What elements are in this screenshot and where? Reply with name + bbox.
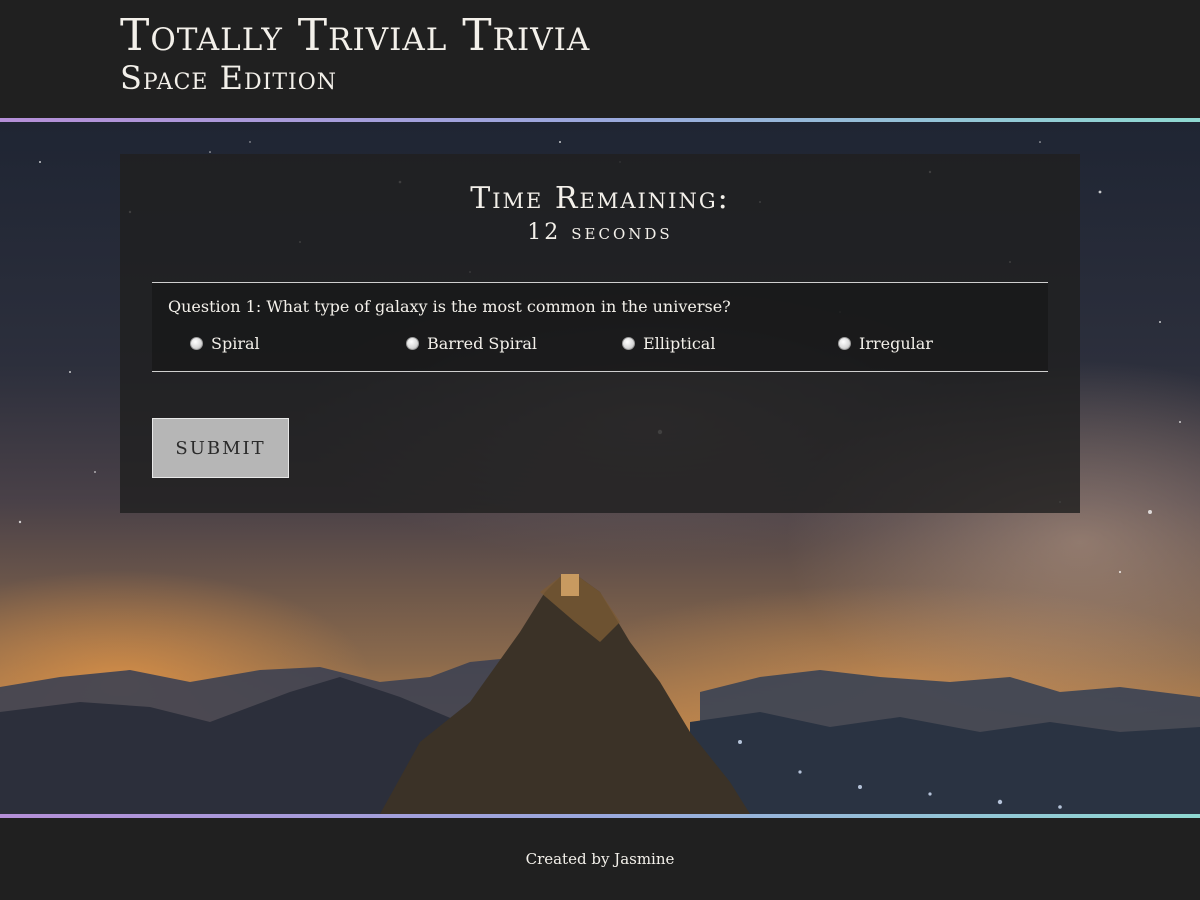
site-title: Totally Trivial Trivia: [120, 10, 591, 61]
radio-button[interactable]: [190, 336, 203, 350]
radio-button[interactable]: [622, 336, 635, 350]
question-block: Question 1: What type of galaxy is the m…: [152, 282, 1048, 372]
option-irregular[interactable]: Irregular: [838, 331, 933, 355]
option-barred-spiral[interactable]: Barred Spiral: [406, 331, 537, 355]
site-subtitle: Space Edition: [120, 59, 337, 97]
radio-button[interactable]: [838, 336, 851, 350]
footer-credit: Created by Jasmine: [525, 850, 675, 868]
option-label: Spiral: [211, 333, 260, 353]
quiz-panel: Time Remaining: 12 seconds Question 1: W…: [120, 154, 1080, 513]
timer-value: 12 seconds: [527, 220, 673, 245]
timer-label: Time Remaining:: [470, 181, 730, 216]
option-elliptical[interactable]: Elliptical: [622, 331, 715, 355]
site-footer: Created by Jasmine: [0, 818, 1200, 900]
option-label: Irregular: [859, 333, 933, 353]
answer-options: Spiral Barred Spiral Elliptical Irregula…: [152, 331, 1048, 355]
site-header: Totally Trivial Trivia Space Edition: [0, 0, 1200, 118]
option-label: Barred Spiral: [427, 333, 538, 353]
question-text: Question 1: What type of galaxy is the m…: [168, 297, 731, 316]
option-label: Elliptical: [643, 333, 716, 353]
submit-button[interactable]: SUBMIT: [152, 418, 289, 478]
radio-button[interactable]: [406, 336, 419, 350]
option-spiral[interactable]: Spiral: [190, 331, 260, 355]
